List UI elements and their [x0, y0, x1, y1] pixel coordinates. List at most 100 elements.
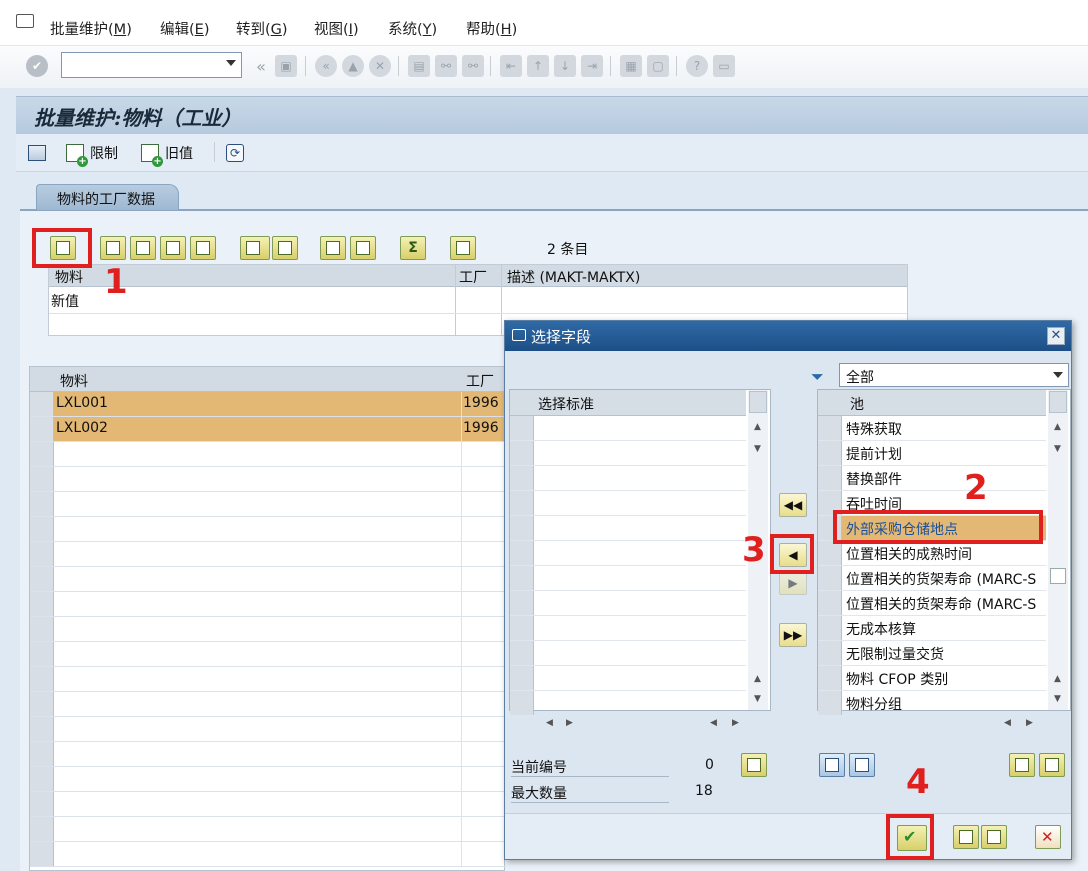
row-selector[interactable] [30, 592, 54, 616]
table-row[interactable] [30, 817, 506, 842]
pool-item[interactable]: 特殊获取 [818, 416, 1046, 441]
help-icon[interactable]: ? [686, 55, 708, 77]
save-icon[interactable]: ▣ [275, 55, 297, 77]
new-session-icon[interactable]: ▦ [620, 55, 642, 77]
table-row[interactable] [30, 667, 506, 692]
copy-value-icon[interactable] [190, 236, 216, 260]
sum-icon[interactable]: Σ [400, 236, 426, 260]
list-item[interactable] [510, 641, 746, 666]
pool-item[interactable]: 物料分组 [818, 691, 1046, 716]
list-item[interactable] [510, 491, 746, 516]
list-item[interactable] [510, 416, 746, 441]
pool-item[interactable]: 无限制过量交货 [818, 641, 1046, 666]
row-selector[interactable] [30, 742, 54, 766]
table-row[interactable] [30, 617, 506, 642]
table-row[interactable] [30, 542, 506, 567]
menu-edit[interactable]: 编辑(E) [160, 18, 210, 39]
deselect-all-icon[interactable] [130, 236, 156, 260]
row-selector[interactable] [30, 617, 54, 641]
close-icon[interactable]: ✕ [1047, 327, 1065, 345]
table-row[interactable] [30, 567, 506, 592]
row-selector[interactable] [30, 817, 54, 841]
pool-item[interactable]: 物料 CFOP 类别 [818, 666, 1046, 691]
row-selector[interactable] [30, 492, 54, 516]
enter-icon[interactable]: ✔ [26, 55, 48, 77]
find-next-icon[interactable]: ⚯ [462, 55, 484, 77]
last-page-icon[interactable]: ⇥ [581, 55, 603, 77]
row-selector[interactable] [30, 842, 54, 866]
find-icon[interactable] [819, 753, 845, 777]
sort-ascending-icon[interactable] [320, 236, 346, 260]
menu-goto[interactable]: 转到(G) [236, 18, 288, 39]
list-item[interactable] [510, 516, 746, 541]
print-icon[interactable]: ▤ [408, 55, 430, 77]
shortcut-icon[interactable]: ▢ [647, 55, 669, 77]
execute-icon[interactable] [28, 142, 46, 164]
table-row[interactable] [30, 517, 506, 542]
menu-system[interactable]: 系统(Y) [388, 18, 437, 39]
sort-descending-icon[interactable] [1039, 753, 1065, 777]
command-field[interactable] [61, 52, 242, 78]
cancel-icon[interactable]: ✕ [369, 55, 391, 77]
material-cell[interactable]: LXL002 [56, 420, 108, 436]
filter-dropdown[interactable]: 全部 [839, 363, 1069, 387]
material-cell[interactable]: LXL001 [56, 395, 108, 411]
row-selector[interactable] [30, 442, 54, 466]
table-row[interactable] [30, 467, 506, 492]
list-item[interactable] [510, 566, 746, 591]
row-selector[interactable] [30, 642, 54, 666]
table-row[interactable] [30, 842, 506, 867]
first-page-icon[interactable]: ⇤ [500, 55, 522, 77]
table-row[interactable] [30, 767, 506, 792]
adopt-and-copy-button[interactable] [981, 825, 1007, 849]
find-icon[interactable]: ⚯ [435, 55, 457, 77]
select-block-icon[interactable] [160, 236, 186, 260]
menu-mass-maintenance[interactable]: 批量维护(M) [50, 18, 132, 39]
list-item[interactable] [510, 591, 746, 616]
pool-item[interactable]: 位置相关的成熟时间 [818, 541, 1046, 566]
table-row[interactable] [30, 442, 506, 467]
layout-menu-icon[interactable]: ▭ [713, 55, 735, 77]
number-settings-icon[interactable] [741, 753, 767, 777]
table-row[interactable] [30, 592, 506, 617]
row-selector[interactable] [30, 717, 54, 741]
row-selector[interactable] [30, 392, 54, 416]
move-right-button[interactable]: ▶ [779, 571, 807, 595]
table-row[interactable]: LXL001 1996 [30, 392, 506, 417]
list-item[interactable] [510, 441, 746, 466]
tab-plant-data[interactable]: 物料的工厂数据 [36, 184, 179, 210]
back-icon[interactable]: « [315, 55, 337, 77]
collapse-icon[interactable]: « [250, 55, 272, 77]
row-selector[interactable] [30, 567, 54, 591]
select-all-icon[interactable] [100, 236, 126, 260]
pool-item[interactable]: 位置相关的货架寿命 (MARC-S [818, 566, 1046, 591]
filter-icon[interactable]: ⏷ [811, 367, 831, 386]
table-row[interactable] [30, 642, 506, 667]
adopt-button[interactable] [953, 825, 979, 849]
row-selector[interactable] [30, 542, 54, 566]
menu-help[interactable]: 帮助(H) [466, 18, 517, 39]
exit-icon[interactable]: ▲ [342, 55, 364, 77]
row-selector[interactable] [30, 467, 54, 491]
cancel-button[interactable]: ✕ [1035, 825, 1061, 849]
next-page-icon[interactable]: ↓ [554, 55, 576, 77]
filter-icon[interactable] [350, 236, 376, 260]
move-all-right-button[interactable]: ▶▶ [779, 623, 807, 647]
print-list-icon[interactable] [450, 236, 476, 260]
restrict-button[interactable]: 限制 [66, 142, 118, 167]
table-row[interactable] [30, 742, 506, 767]
undo-icon[interactable] [272, 236, 298, 260]
chevron-down-icon[interactable] [226, 60, 236, 66]
refresh-icon[interactable]: ⟳ [226, 142, 244, 164]
old-value-button[interactable]: 旧值 [141, 142, 193, 167]
row-selector[interactable] [30, 517, 54, 541]
row-selector[interactable] [30, 792, 54, 816]
pool-list-scrollbar[interactable]: ▲ ▼ ▲ ▼ [1048, 390, 1068, 710]
list-item[interactable] [510, 616, 746, 641]
table-row[interactable]: LXL002 1996 [30, 417, 506, 442]
row-selector[interactable] [30, 767, 54, 791]
pool-item[interactable]: 提前计划 [818, 441, 1046, 466]
table-row[interactable] [30, 792, 506, 817]
row-selector[interactable] [30, 417, 54, 441]
pool-item[interactable]: 无成本核算 [818, 616, 1046, 641]
